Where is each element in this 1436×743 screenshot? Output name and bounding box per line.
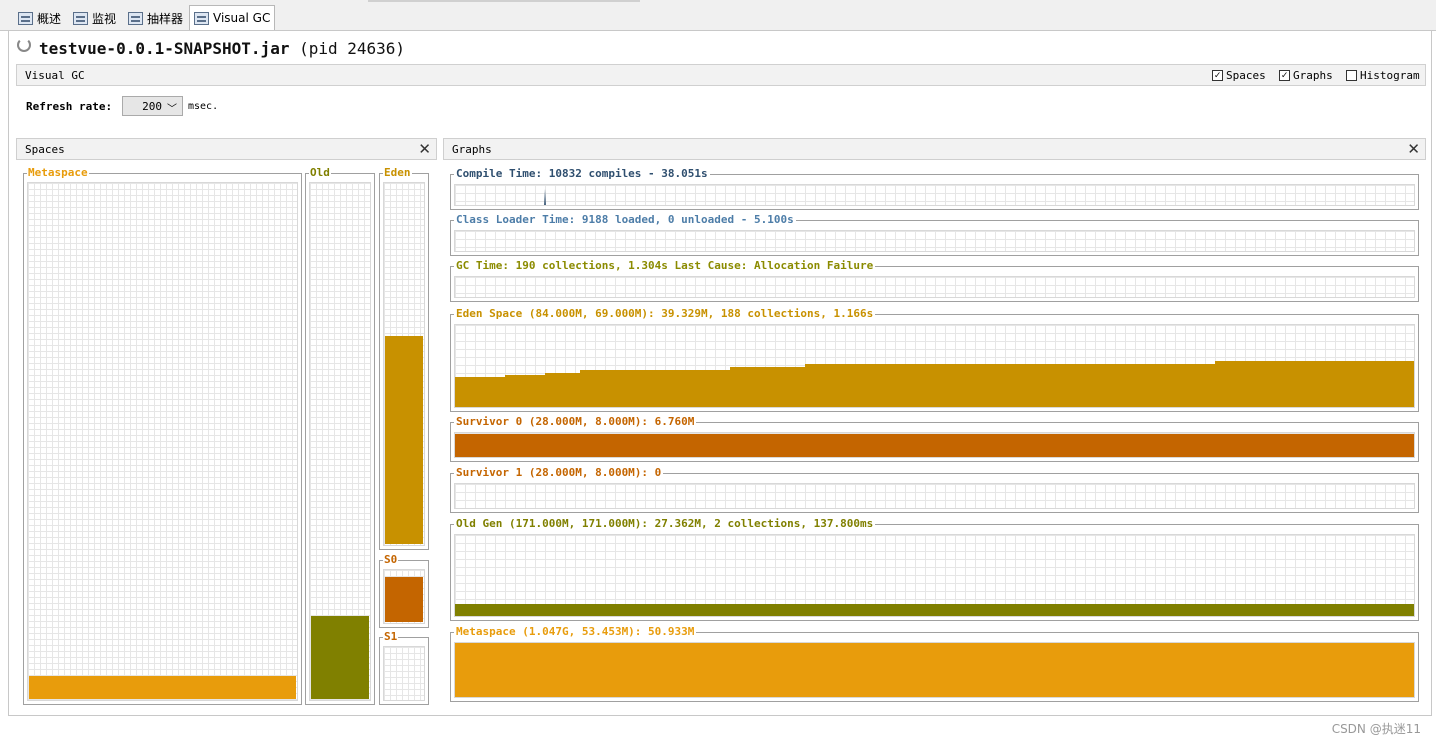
metaspace-graph-label: Metaspace (1.047G, 53.453M): 50.933M	[454, 625, 697, 638]
page-title: testvue-0.0.1-SNAPSHOT.jar (pid 24636)	[39, 39, 405, 58]
old-gen-plot	[454, 534, 1415, 617]
tab-overview[interactable]: 概述	[14, 8, 65, 29]
sampler-icon	[128, 12, 143, 25]
histogram-box-icon	[1346, 70, 1357, 81]
survivor0-series	[455, 434, 1414, 457]
eden-space-grid	[383, 182, 425, 546]
compile-time-spike	[544, 189, 546, 205]
survivor1-graph-label: Survivor 1 (28.000M, 8.000M): 0	[454, 466, 664, 479]
gc-time-plot	[454, 276, 1415, 298]
tab-sampler[interactable]: 抽样器	[124, 8, 187, 29]
gc-time-label: GC Time: 190 collections, 1.304s Last Ca…	[454, 259, 876, 272]
metaspace-space-label: Metaspace	[27, 166, 89, 179]
graphs-checkbox-label: Graphs	[1293, 69, 1333, 82]
app-name: testvue-0.0.1-SNAPSHOT.jar	[39, 39, 290, 58]
spaces-panel-title: Spaces	[25, 143, 65, 156]
toolbar-title: Visual GC	[25, 69, 85, 82]
tab-monitor-label: 监视	[92, 12, 117, 26]
survivor0-plot	[454, 432, 1415, 458]
close-icon[interactable]: ✕	[418, 140, 431, 158]
old-gen-series	[455, 604, 1414, 616]
eden-space-graph-label: Eden Space (84.000M, 69.000M): 39.329M, …	[454, 307, 876, 320]
survivor1-graph: Survivor 1 (28.000M, 8.000M): 0	[450, 467, 1419, 513]
metaspace-plot	[454, 642, 1415, 698]
compile-time-graph: Compile Time: 10832 compiles - 38.051s	[450, 168, 1419, 210]
s0-space-grid	[383, 569, 425, 624]
spaces-check-icon: ✓	[1212, 70, 1223, 81]
tab-visual-gc-label: Visual GC	[213, 11, 271, 25]
spaces-checkbox[interactable]: ✓ Spaces	[1212, 69, 1266, 82]
old-space-fill	[311, 616, 369, 699]
spaces-checkbox-label: Spaces	[1226, 69, 1266, 82]
visual-gc-toolbar: Visual GC ✓ Spaces ✓ Graphs Histogram	[16, 64, 1426, 86]
refresh-rate-unit: msec.	[188, 101, 219, 112]
old-gen-graph: Old Gen (171.000M, 171.000M): 27.362M, 2…	[450, 518, 1419, 621]
metaspace-space-fill	[29, 675, 296, 699]
chevron-down-icon: ﹀	[167, 104, 177, 115]
class-loader-label: Class Loader Time: 9188 loaded, 0 unload…	[454, 213, 796, 226]
survivor1-plot	[454, 483, 1415, 509]
eden-space: Eden	[379, 167, 429, 550]
eden-space-graph: Eden Space (84.000M, 69.000M): 39.329M, …	[450, 308, 1419, 412]
tab-monitor[interactable]: 监视	[69, 8, 120, 29]
graphs-panel-header: Graphs ✕	[443, 138, 1426, 160]
s0-space: S0	[379, 554, 429, 628]
class-loader-plot	[454, 230, 1415, 252]
graphs-panel-title: Graphs	[452, 143, 492, 156]
s1-space-label: S1	[383, 630, 399, 643]
refresh-rate-label: Refresh rate:	[26, 100, 113, 113]
visual-gc-icon	[194, 11, 209, 25]
refresh-rate-value: 200	[142, 100, 162, 113]
gc-time-graph: GC Time: 190 collections, 1.304s Last Ca…	[450, 260, 1419, 302]
metaspace-graph: Metaspace (1.047G, 53.453M): 50.933M	[450, 626, 1419, 702]
class-loader-graph: Class Loader Time: 9188 loaded, 0 unload…	[450, 214, 1419, 256]
refresh-rate-select[interactable]: 200 ﹀	[122, 96, 183, 116]
eden-space-series	[455, 361, 1414, 407]
metaspace-space: Metaspace	[23, 167, 302, 705]
old-space-label: Old	[309, 166, 331, 179]
compile-time-label: Compile Time: 10832 compiles - 38.051s	[454, 167, 710, 180]
metaspace-space-grid	[27, 182, 298, 701]
watermark: CSDN @执迷11	[1331, 722, 1421, 736]
old-space: Old	[305, 167, 375, 705]
survivor0-graph-label: Survivor 0 (28.000M, 8.000M): 6.760M	[454, 415, 697, 428]
tab-visual-gc[interactable]: Visual GC	[189, 5, 276, 30]
graphs-checkbox[interactable]: ✓ Graphs	[1279, 69, 1333, 82]
tab-overview-label: 概述	[37, 12, 62, 26]
s0-space-fill	[385, 577, 423, 622]
s1-space: S1	[379, 631, 429, 705]
eden-space-label: Eden	[383, 166, 412, 179]
graphs-check-icon: ✓	[1279, 70, 1290, 81]
old-gen-graph-label: Old Gen (171.000M, 171.000M): 27.362M, 2…	[454, 517, 876, 530]
spaces-panel-header: Spaces ✕	[16, 138, 437, 160]
eden-space-plot	[454, 324, 1415, 408]
loading-spinner-icon	[17, 38, 31, 52]
title-bar-edge	[368, 0, 640, 2]
old-space-grid	[309, 182, 371, 701]
histogram-checkbox-label: Histogram	[1360, 69, 1420, 82]
s1-space-grid	[383, 646, 425, 701]
monitor-icon	[73, 12, 88, 25]
close-icon[interactable]: ✕	[1407, 140, 1420, 158]
compile-time-plot	[454, 184, 1415, 206]
eden-space-fill	[385, 335, 423, 544]
overview-icon	[18, 12, 33, 25]
tab-sampler-label: 抽样器	[147, 12, 184, 26]
histogram-checkbox[interactable]: Histogram	[1346, 69, 1420, 82]
metaspace-series	[455, 643, 1414, 697]
s0-space-label: S0	[383, 553, 399, 566]
app-pid: (pid 24636)	[299, 39, 406, 58]
survivor0-graph: Survivor 0 (28.000M, 8.000M): 6.760M	[450, 416, 1419, 462]
